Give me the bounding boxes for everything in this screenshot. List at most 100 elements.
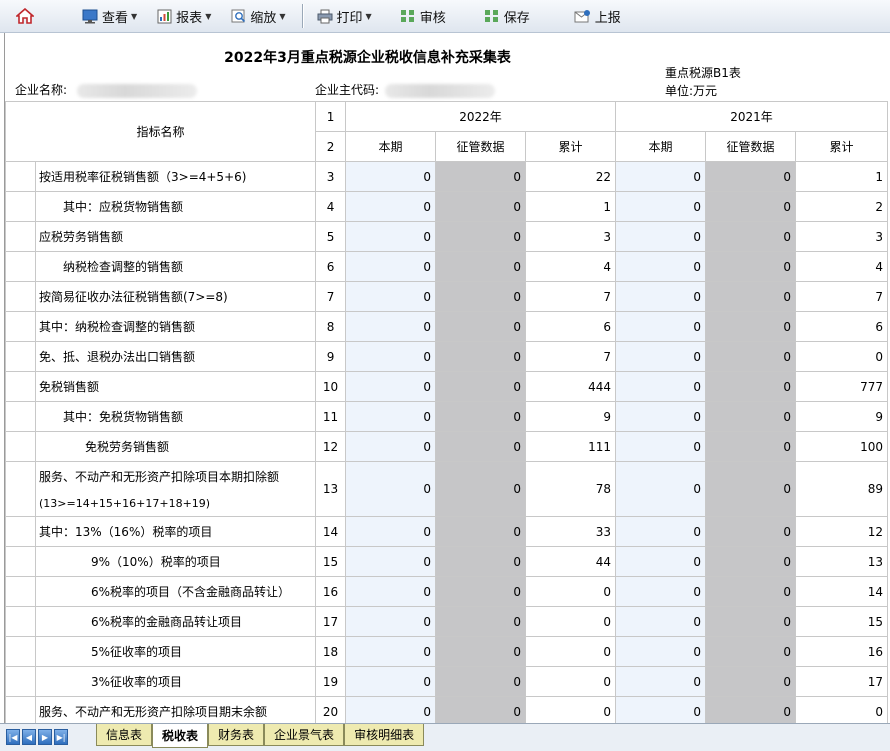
prior-current-value-cell[interactable]: 0 [615, 161, 707, 192]
cumulative-value-cell[interactable]: 0 [525, 606, 617, 637]
prior-cumulative-value-cell[interactable]: 0 [795, 696, 889, 723]
cumulative-value-cell[interactable]: 111 [525, 431, 617, 462]
prior-current-value-cell[interactable]: 0 [615, 401, 707, 432]
prior-cumulative-value-cell[interactable]: 17 [795, 666, 889, 697]
sheet-tab[interactable]: 企业景气表 [264, 724, 345, 746]
save-button[interactable]: 保存 [478, 3, 536, 29]
prior-cumulative-value-cell[interactable]: 777 [795, 371, 889, 402]
current-value-cell[interactable]: 0 [345, 576, 437, 607]
prior-current-value-cell[interactable]: 0 [615, 461, 707, 517]
last-sheet-icon[interactable]: ▶| [54, 729, 68, 745]
home-button[interactable] [0, 0, 50, 33]
prior-cumulative-value-cell[interactable]: 15 [795, 606, 889, 637]
supervision-value-cell: 0 [435, 191, 527, 222]
cumulative-value-cell[interactable]: 0 [525, 636, 617, 667]
current-value-cell[interactable]: 0 [345, 251, 437, 282]
prior-current-value-cell[interactable]: 0 [615, 311, 707, 342]
sheet-tab[interactable]: 财务表 [208, 724, 265, 746]
prior-current-value-cell[interactable]: 0 [615, 696, 707, 723]
prior-cumulative-value-cell[interactable]: 9 [795, 401, 889, 432]
current-value-cell[interactable]: 0 [345, 696, 437, 723]
sheet-tab[interactable]: 审核明细表 [344, 724, 425, 746]
current-value-cell[interactable]: 0 [345, 516, 437, 547]
prior-current-value-cell[interactable]: 0 [615, 371, 707, 402]
cumulative-value-cell[interactable]: 22 [525, 161, 617, 192]
prior-cumulative-value-cell[interactable]: 16 [795, 636, 889, 667]
prior-cumulative-value-cell[interactable]: 89 [795, 461, 889, 517]
prior-supervision-value-cell: 0 [705, 461, 797, 517]
audit-button[interactable]: 审核 [394, 3, 452, 29]
cumulative-value-cell[interactable]: 0 [525, 666, 617, 697]
cumulative-value-cell[interactable]: 7 [525, 281, 617, 312]
current-value-cell[interactable]: 0 [345, 606, 437, 637]
line-number: 19 [315, 666, 347, 697]
current-value-cell[interactable]: 0 [345, 636, 437, 667]
cumulative-value-cell[interactable]: 3 [525, 221, 617, 252]
prior-current-value-cell[interactable]: 0 [615, 221, 707, 252]
current-value-cell[interactable]: 0 [345, 341, 437, 372]
cumulative-value-cell[interactable]: 78 [525, 461, 617, 517]
prior-cumulative-value-cell[interactable]: 7 [795, 281, 889, 312]
indicator-header: 指标名称 [5, 101, 317, 162]
cumulative-value-cell[interactable]: 1 [525, 191, 617, 222]
sheet-tab[interactable]: 信息表 [96, 724, 153, 746]
prior-cumulative-value-cell[interactable]: 3 [795, 221, 889, 252]
next-sheet-icon[interactable]: ▶ [38, 729, 52, 745]
print-menu[interactable]: 打印 ▼ [311, 3, 378, 29]
current-value-cell[interactable]: 0 [345, 431, 437, 462]
prior-current-value-cell[interactable]: 0 [615, 431, 707, 462]
prev-sheet-icon[interactable]: ◀ [22, 729, 36, 745]
prior-cumulative-value-cell[interactable]: 6 [795, 311, 889, 342]
cumulative-value-cell[interactable]: 0 [525, 696, 617, 723]
first-sheet-icon[interactable]: |◀ [6, 729, 20, 745]
prior-cumulative-value-cell[interactable]: 2 [795, 191, 889, 222]
table-row: 9%（10%）税率的项目 15 0 0 44 0 0 13 [5, 546, 889, 577]
cumulative-value-cell[interactable]: 4 [525, 251, 617, 282]
cumulative-value-cell[interactable]: 444 [525, 371, 617, 402]
prior-cumulative-value-cell[interactable]: 4 [795, 251, 889, 282]
prior-current-value-cell[interactable]: 0 [615, 576, 707, 607]
prior-current-value-cell[interactable]: 0 [615, 546, 707, 577]
prior-supervision-value-cell: 0 [705, 606, 797, 637]
prior-current-value-cell[interactable]: 0 [615, 636, 707, 667]
prior-current-value-cell[interactable]: 0 [615, 606, 707, 637]
prior-current-value-cell[interactable]: 0 [615, 666, 707, 697]
prior-current-value-cell[interactable]: 0 [615, 516, 707, 547]
current-value-cell[interactable]: 0 [345, 666, 437, 697]
prior-cumulative-value-cell[interactable]: 12 [795, 516, 889, 547]
current-value-cell[interactable]: 0 [345, 191, 437, 222]
indicator-name-text: 服务、不动产和无形资产扣除项目本期扣除额 [39, 470, 280, 484]
prior-current-value-cell[interactable]: 0 [615, 251, 707, 282]
prior-current-value-cell[interactable]: 0 [615, 281, 707, 312]
current-value-cell[interactable]: 0 [345, 371, 437, 402]
cumulative-value-cell[interactable]: 9 [525, 401, 617, 432]
prior-cumulative-value-cell[interactable]: 100 [795, 431, 889, 462]
prior-current-period-header: 本期 [615, 131, 707, 162]
table-row: 5%征收率的项目 18 0 0 0 0 0 16 [5, 636, 889, 667]
cumulative-value-cell[interactable]: 7 [525, 341, 617, 372]
current-value-cell[interactable]: 0 [345, 461, 437, 517]
prior-supervision-value-cell: 0 [705, 431, 797, 462]
current-value-cell[interactable]: 0 [345, 311, 437, 342]
line-number: 4 [315, 191, 347, 222]
current-value-cell[interactable]: 0 [345, 221, 437, 252]
cumulative-value-cell[interactable]: 44 [525, 546, 617, 577]
sheet-tab[interactable]: 税收表 [152, 724, 209, 748]
zoom-menu[interactable]: 缩放 ▼ [225, 3, 291, 29]
cumulative-value-cell[interactable]: 6 [525, 311, 617, 342]
report-menu[interactable]: 报表 ▼ [151, 3, 217, 29]
view-menu[interactable]: 查看 ▼ [76, 3, 143, 29]
current-value-cell[interactable]: 0 [345, 546, 437, 577]
current-value-cell[interactable]: 0 [345, 161, 437, 192]
upload-button[interactable]: 上报 [568, 3, 627, 29]
prior-current-value-cell[interactable]: 0 [615, 341, 707, 372]
prior-cumulative-value-cell[interactable]: 13 [795, 546, 889, 577]
prior-current-value-cell[interactable]: 0 [615, 191, 707, 222]
prior-cumulative-value-cell[interactable]: 1 [795, 161, 889, 192]
cumulative-value-cell[interactable]: 0 [525, 576, 617, 607]
cumulative-value-cell[interactable]: 33 [525, 516, 617, 547]
current-value-cell[interactable]: 0 [345, 281, 437, 312]
prior-cumulative-value-cell[interactable]: 0 [795, 341, 889, 372]
prior-cumulative-value-cell[interactable]: 14 [795, 576, 889, 607]
current-value-cell[interactable]: 0 [345, 401, 437, 432]
